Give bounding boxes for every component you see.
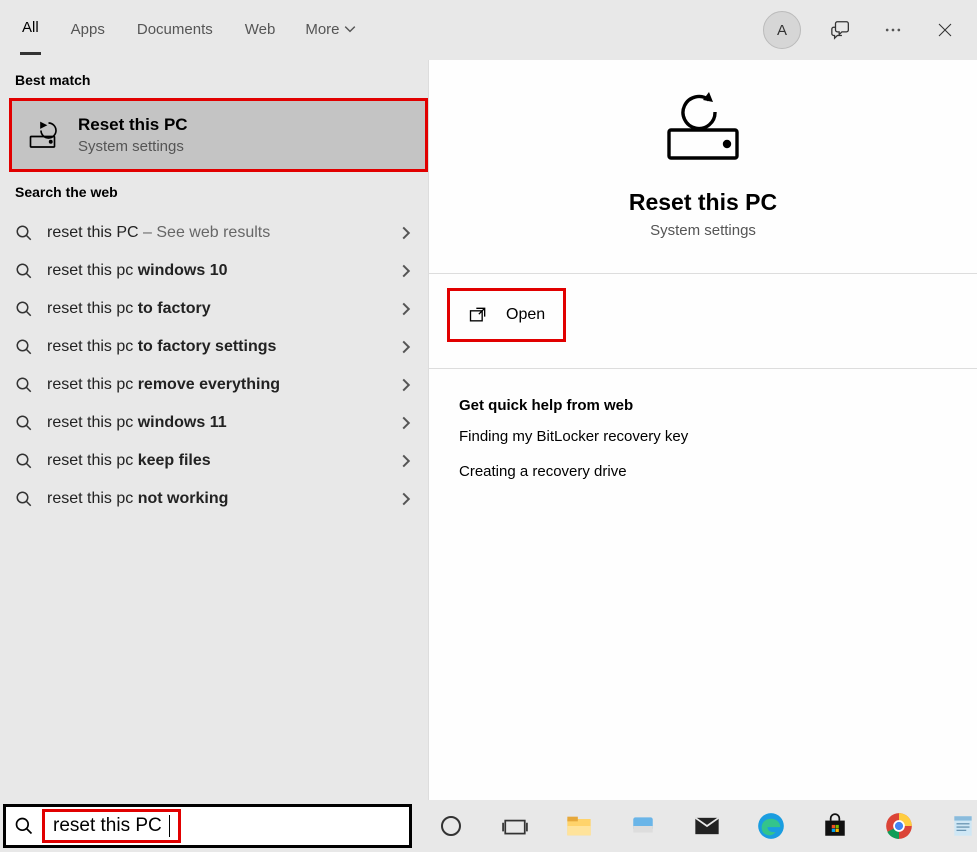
web-result[interactable]: reset this pc to factory settings [0,328,428,366]
search-icon [15,338,33,356]
open-icon [468,305,488,325]
more-icon[interactable] [881,18,905,42]
web-result[interactable]: reset this pc to factory [0,290,428,328]
web-result[interactable]: reset this pc windows 11 [0,404,428,442]
quick-link-recovery-drive[interactable]: Creating a recovery drive [429,449,977,484]
task-view-icon[interactable] [501,812,529,840]
search-box[interactable] [3,804,412,848]
chevron-right-icon [399,264,413,278]
app-icon-1[interactable] [629,812,657,840]
chevron-right-icon [399,454,413,468]
open-button[interactable]: Open [447,288,566,342]
search-icon [15,224,33,242]
tab-more[interactable]: More [305,21,355,40]
feedback-icon[interactable] [829,18,853,42]
chevron-right-icon [399,416,413,430]
reset-pc-icon [26,117,62,153]
quick-help-heading: Get quick help from web [429,368,977,414]
reset-pc-large-icon [429,88,977,171]
web-result[interactable]: reset this pc windows 10 [0,252,428,290]
search-input[interactable] [53,815,169,837]
web-result-text: reset this pc to factory settings [47,338,399,356]
web-result-text: reset this pc keep files [47,452,399,470]
web-result-text: reset this pc windows 10 [47,262,399,280]
close-icon[interactable] [933,18,957,42]
store-icon[interactable] [821,812,849,840]
file-explorer-icon[interactable] [565,812,593,840]
search-icon [14,816,34,836]
web-result[interactable]: reset this pc not working [0,480,428,518]
chrome-icon[interactable] [885,812,913,840]
tab-documents[interactable]: Documents [135,21,215,54]
text-caret [169,815,170,837]
search-icon [15,452,33,470]
open-label: Open [506,306,545,324]
web-result-text: reset this pc to factory [47,300,399,318]
detail-subtitle: System settings [429,222,977,239]
web-result-text: reset this pc windows 11 [47,414,399,432]
mail-icon[interactable] [693,812,721,840]
search-icon [15,376,33,394]
chevron-right-icon [399,378,413,392]
best-match-result[interactable]: Reset this PC System settings [9,98,428,172]
web-result[interactable]: reset this PC – See web results [0,214,428,252]
web-result-text: reset this pc remove everything [47,376,399,394]
best-match-subtitle: System settings [78,138,188,155]
chevron-right-icon [399,340,413,354]
avatar[interactable]: A [763,11,801,49]
chevron-down-icon [344,23,356,35]
search-icon [15,490,33,508]
web-result[interactable]: reset this pc remove everything [0,366,428,404]
chevron-right-icon [399,492,413,506]
best-match-title: Reset this PC [78,115,188,135]
best-match-heading: Best match [0,60,428,98]
web-result[interactable]: reset this pc keep files [0,442,428,480]
cortana-icon[interactable] [437,812,465,840]
tab-all[interactable]: All [20,19,41,55]
quick-link-bitlocker[interactable]: Finding my BitLocker recovery key [429,414,977,449]
web-result-text: reset this PC – See web results [47,224,399,242]
tab-apps[interactable]: Apps [69,21,107,54]
search-icon [15,262,33,280]
web-result-text: reset this pc not working [47,490,399,508]
tab-web[interactable]: Web [243,21,278,54]
chevron-right-icon [399,302,413,316]
detail-title: Reset this PC [429,189,977,216]
search-icon [15,300,33,318]
chevron-right-icon [399,226,413,240]
search-web-heading: Search the web [0,172,428,210]
edge-icon[interactable] [757,812,785,840]
notepad-icon[interactable] [949,812,977,840]
search-icon [15,414,33,432]
